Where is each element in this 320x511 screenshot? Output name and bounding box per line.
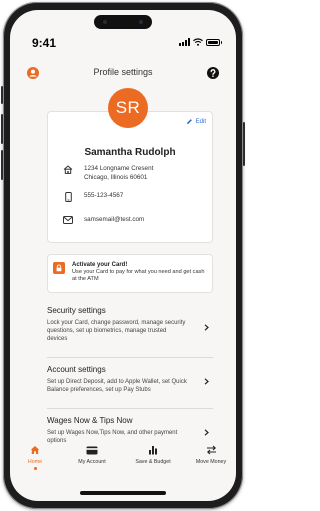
email-address: samsemail@test.com <box>84 216 145 223</box>
phone-frame: 9:41 Profile settings Edit Samantha Rudo… <box>1 2 245 509</box>
tab-save-budget[interactable]: Save & Budget <box>128 444 178 465</box>
activate-card-banner[interactable]: Activate your Card! Use your Card to pay… <box>47 254 213 293</box>
volume-down-button <box>1 150 3 180</box>
address-row: 1234 Longname Cresent Chicago, Illinois … <box>62 165 153 182</box>
signal-icon <box>179 38 190 46</box>
dynamic-island <box>94 15 152 29</box>
home-icon <box>63 165 73 174</box>
power-button <box>243 122 245 166</box>
status-bar: 9:41 <box>10 36 236 50</box>
wages-tips-desc: Set up Wages Now,Tips Now, and other pay… <box>47 430 178 444</box>
active-tab-indicator <box>33 467 37 470</box>
chevron-right-icon <box>204 429 209 436</box>
phone-row: 555-123-4567 <box>62 192 123 202</box>
pencil-icon <box>186 119 192 124</box>
edit-button[interactable]: Edit <box>186 118 206 125</box>
chevron-right-icon <box>204 324 209 331</box>
top-bar: Profile settings <box>10 61 236 85</box>
divider <box>47 408 213 409</box>
tab-my-account[interactable]: My Account <box>67 444 117 465</box>
home-icon <box>30 446 40 454</box>
lock-icon <box>53 262 65 274</box>
activate-title: Activate your Card! <box>72 262 128 268</box>
card-icon <box>86 446 98 454</box>
help-icon[interactable] <box>203 63 223 83</box>
wages-tips-title: Wages Now & Tips Now <box>47 416 133 425</box>
address-line1: 1234 Longname Cresent <box>84 165 154 172</box>
tab-move-money[interactable]: Move Money <box>186 444 236 465</box>
home-indicator <box>80 491 166 495</box>
security-settings-desc: Lock your Card, change password, manage … <box>47 320 186 342</box>
tab-save-budget-label: Save & Budget <box>135 459 171 465</box>
wifi-icon <box>193 38 203 46</box>
profile-card: Edit Samantha Rudolph 1234 Longname Cres… <box>47 111 213 243</box>
security-settings-title: Security settings <box>47 306 106 315</box>
wages-tips-item[interactable]: Wages Now & Tips Now Set up Wages Now,Ti… <box>47 416 213 445</box>
address-line2: Chicago, Illinois 60601 <box>84 173 148 181</box>
phone-number: 555-123-4567 <box>84 192 124 199</box>
tab-home[interactable]: Home <box>10 444 60 470</box>
tab-my-account-label: My Account <box>78 459 106 465</box>
account-settings-item[interactable]: Account settings Set up Direct Deposit, … <box>47 365 213 394</box>
mail-icon <box>63 216 73 224</box>
profile-name: Samantha Rudolph <box>84 147 176 158</box>
mobile-phone-icon <box>64 192 72 202</box>
avatar[interactable]: SR <box>108 88 148 128</box>
email-row: samsemail@test.com <box>62 216 144 225</box>
edit-label: Edit <box>195 118 206 125</box>
status-time: 9:41 <box>32 36 57 50</box>
bar-chart-icon <box>149 446 157 455</box>
divider <box>47 357 213 358</box>
chevron-right-icon <box>204 378 209 385</box>
tab-move-money-label: Move Money <box>195 459 227 465</box>
activate-body: Use your Card to pay for what you need a… <box>72 269 205 282</box>
mute-switch <box>1 86 3 104</box>
app-screen: 9:41 Profile settings Edit Samantha Rudo… <box>10 10 236 501</box>
volume-up-button <box>1 114 3 144</box>
bottom-tab-bar: Home My Account Save & Budget Move Money <box>10 444 236 476</box>
account-settings-title: Account settings <box>47 365 106 374</box>
security-settings-item[interactable]: Security settings Lock your Card, change… <box>47 306 213 343</box>
battery-icon <box>206 38 222 46</box>
tab-home-label: Home <box>27 459 43 465</box>
transfer-icon <box>206 445 216 455</box>
account-settings-desc: Set up Direct Deposit, add to Apple Wall… <box>47 379 187 393</box>
